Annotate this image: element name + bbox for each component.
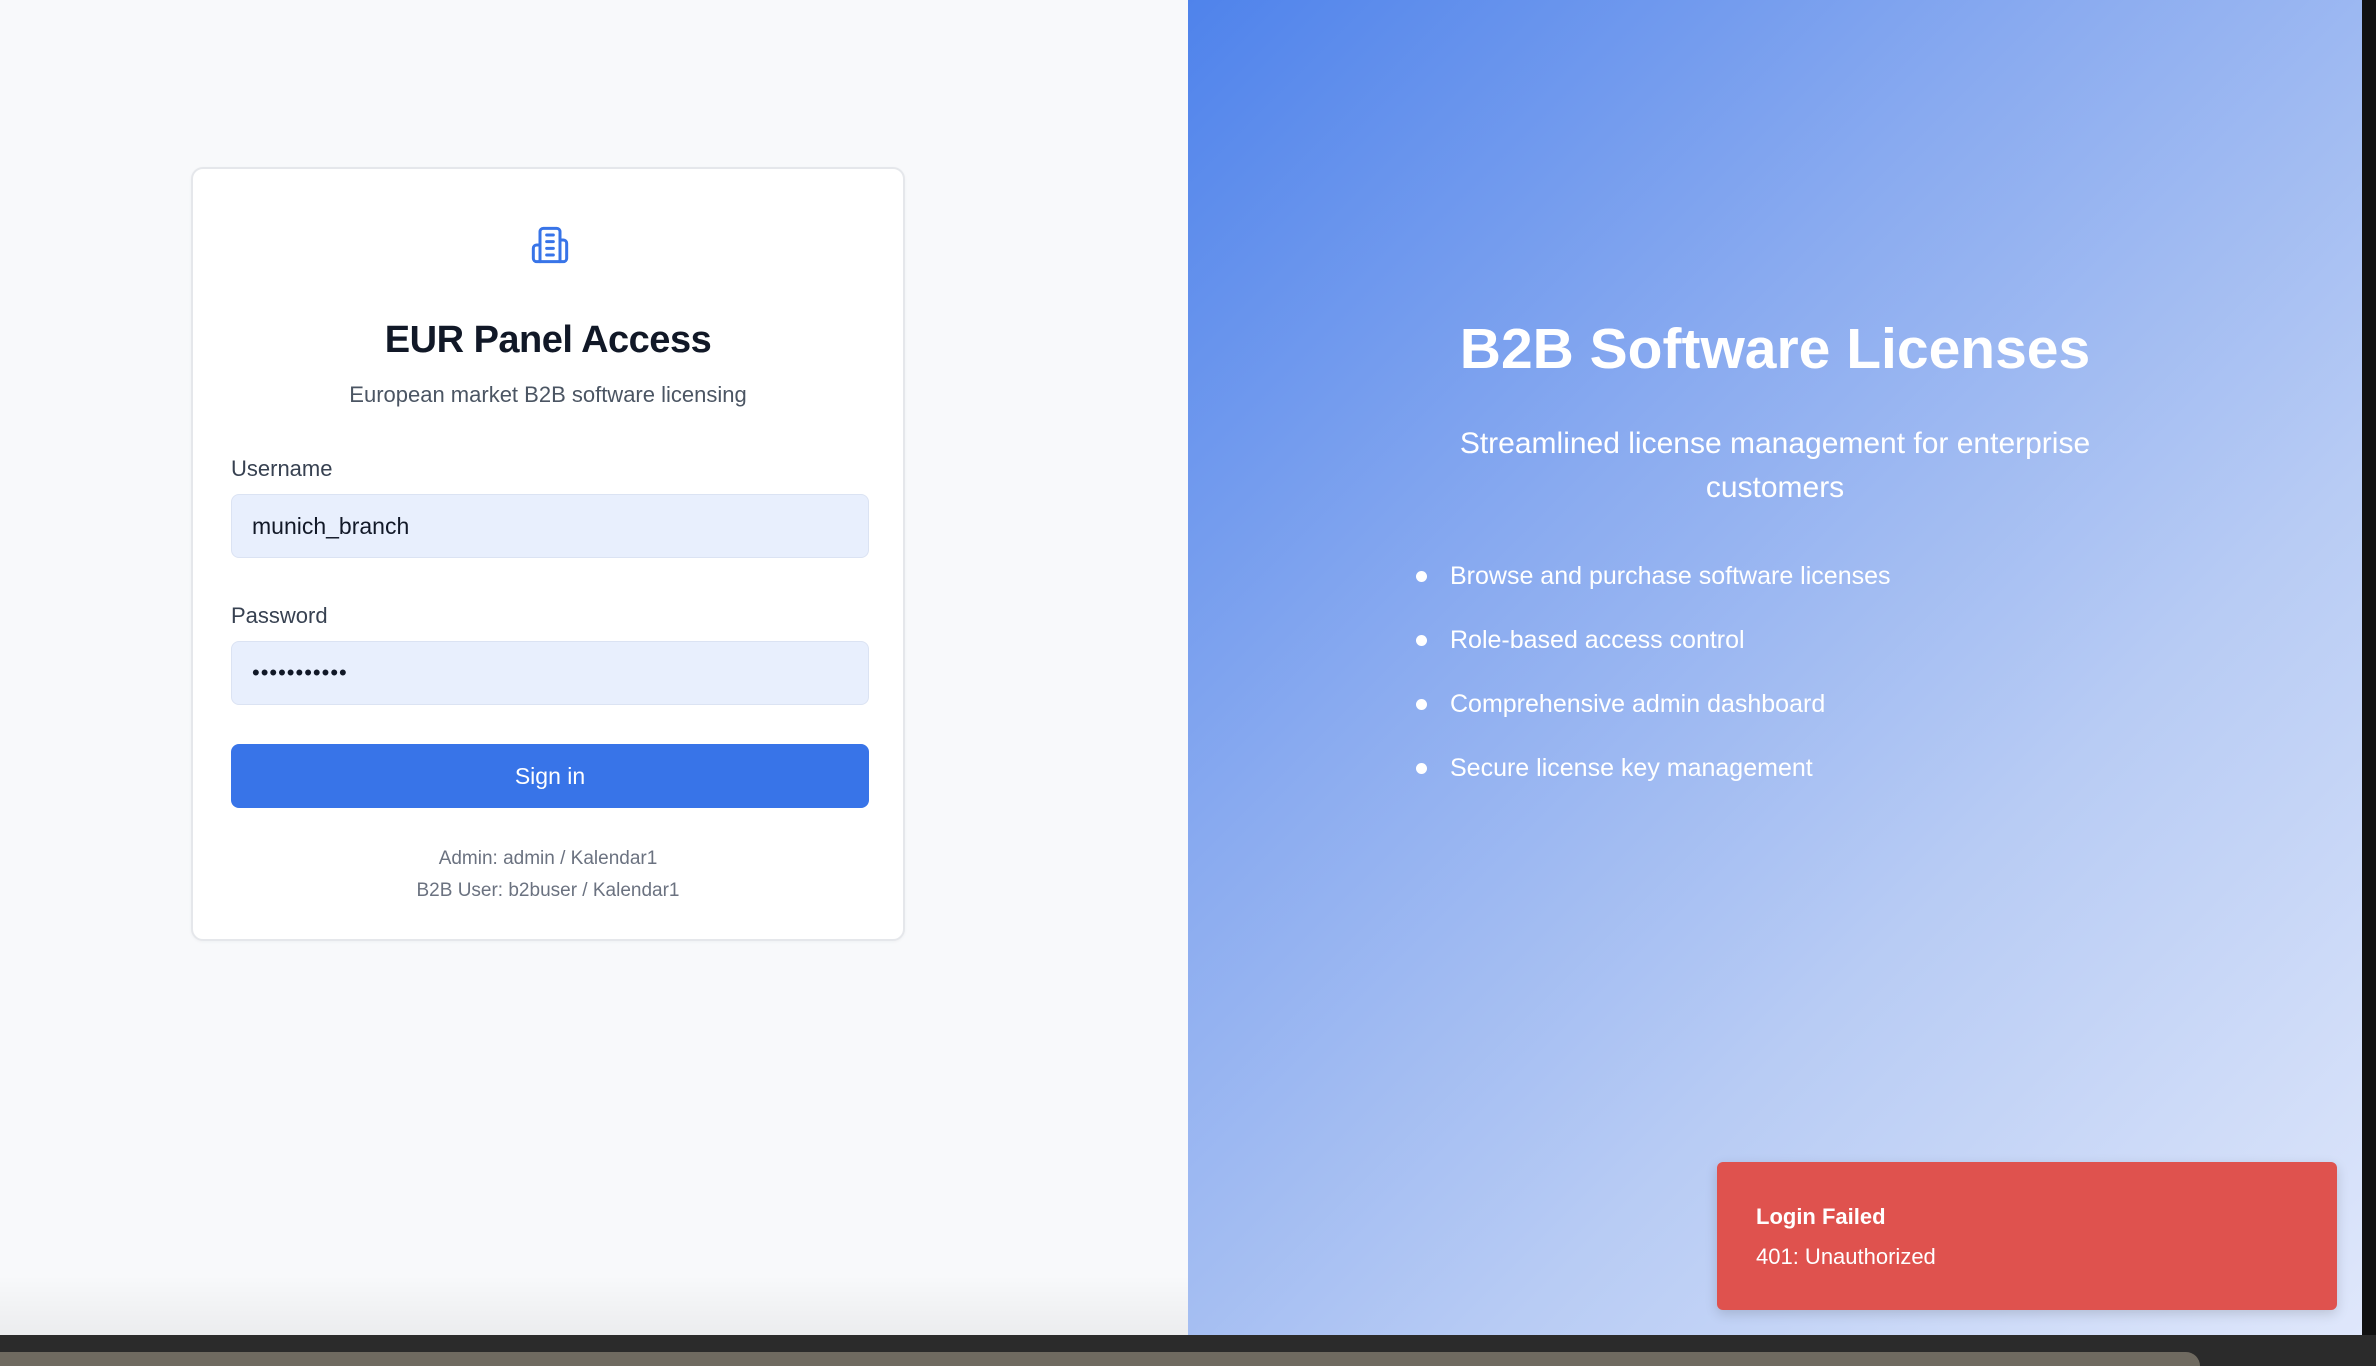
- hero-subtitle: Streamlined license management for enter…: [1459, 427, 2091, 504]
- feature-item: Role-based access control: [1416, 624, 1891, 688]
- password-label: Password: [231, 603, 328, 628]
- username-label: Username: [231, 456, 333, 481]
- login-failed-toast[interactable]: Login Failed 401: Unauthorized: [1717, 1162, 2337, 1310]
- building-icon: [531, 226, 569, 264]
- feature-list: Browse and purchase software licenses Ro…: [1416, 560, 1891, 816]
- hero-pane: B2B Software Licenses Streamlined licens…: [1188, 0, 2362, 1335]
- toast-message: 401: Unauthorized: [1756, 1244, 1936, 1269]
- admin-credentials-hint: Admin: admin / Kalendar1: [438, 848, 658, 869]
- b2b-user-credentials-hint: B2B User: b2buser / Kalendar1: [416, 880, 680, 901]
- feature-item: Browse and purchase software licenses: [1416, 560, 1891, 624]
- login-title: EUR Panel Access: [384, 319, 712, 361]
- login-card: EUR Panel Access European market B2B sof…: [191, 167, 905, 941]
- login-pane: EUR Panel Access European market B2B sof…: [0, 0, 1188, 1335]
- toast-title: Login Failed: [1756, 1204, 1886, 1229]
- feature-item: Comprehensive admin dashboard: [1416, 688, 1891, 752]
- window-edge: [2362, 0, 2376, 1335]
- feature-item: Secure license key management: [1416, 752, 1891, 816]
- hero-title: B2B Software Licenses: [1459, 317, 2091, 381]
- sign-in-button[interactable]: Sign in: [231, 744, 869, 808]
- password-input[interactable]: [231, 641, 869, 705]
- username-input[interactable]: [231, 494, 869, 558]
- browser-viewport: EUR Panel Access European market B2B sof…: [0, 0, 2362, 1335]
- dock-edge: [0, 1352, 2200, 1366]
- login-subtitle: European market B2B software licensing: [349, 382, 747, 407]
